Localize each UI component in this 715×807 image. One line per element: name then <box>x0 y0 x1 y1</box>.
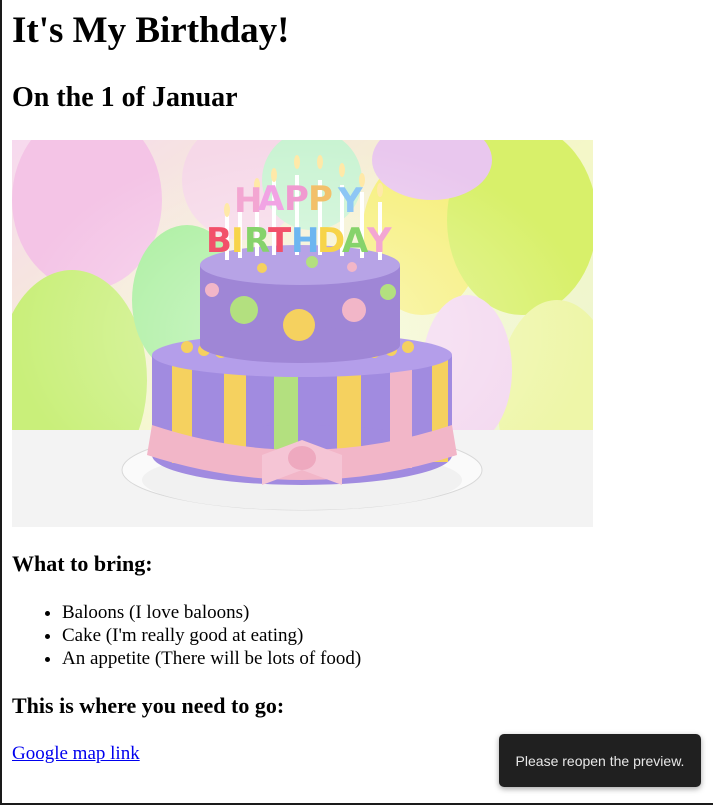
svg-text:A: A <box>258 179 285 219</box>
svg-text:Y: Y <box>366 221 392 261</box>
list-item: Baloons (I love baloons) <box>62 601 361 624</box>
cake-illustration: H A P P Y B I R T H D A Y <box>12 140 593 527</box>
reopen-preview-toast[interactable]: Please reopen the preview. <box>499 734 701 787</box>
svg-text:T: T <box>268 221 292 261</box>
bring-list: Baloons (I love baloons) Cake (I'm reall… <box>12 601 361 670</box>
svg-text:R: R <box>244 221 270 261</box>
list-item: An appetite (There will be lots of food) <box>62 647 361 670</box>
svg-text:I: I <box>231 221 244 261</box>
svg-text:D: D <box>317 221 345 261</box>
google-map-link[interactable]: Google map link <box>12 743 140 765</box>
svg-text:H: H <box>291 221 319 261</box>
list-item: Cake (I'm really good at eating) <box>62 624 361 647</box>
directions-heading: This is where you need to go: <box>12 693 285 718</box>
svg-text:B: B <box>206 221 232 261</box>
birthday-cake-image: H A P P Y B I R T H D A Y <box>12 140 593 527</box>
svg-text:Y: Y <box>337 181 363 221</box>
page-subtitle: On the 1 of Januar <box>12 82 238 113</box>
page-title: It's My Birthday! <box>12 10 290 51</box>
svg-text:P: P <box>308 179 333 219</box>
what-to-bring-heading: What to bring: <box>12 551 153 576</box>
svg-text:A: A <box>342 221 369 261</box>
svg-text:P: P <box>284 179 309 219</box>
